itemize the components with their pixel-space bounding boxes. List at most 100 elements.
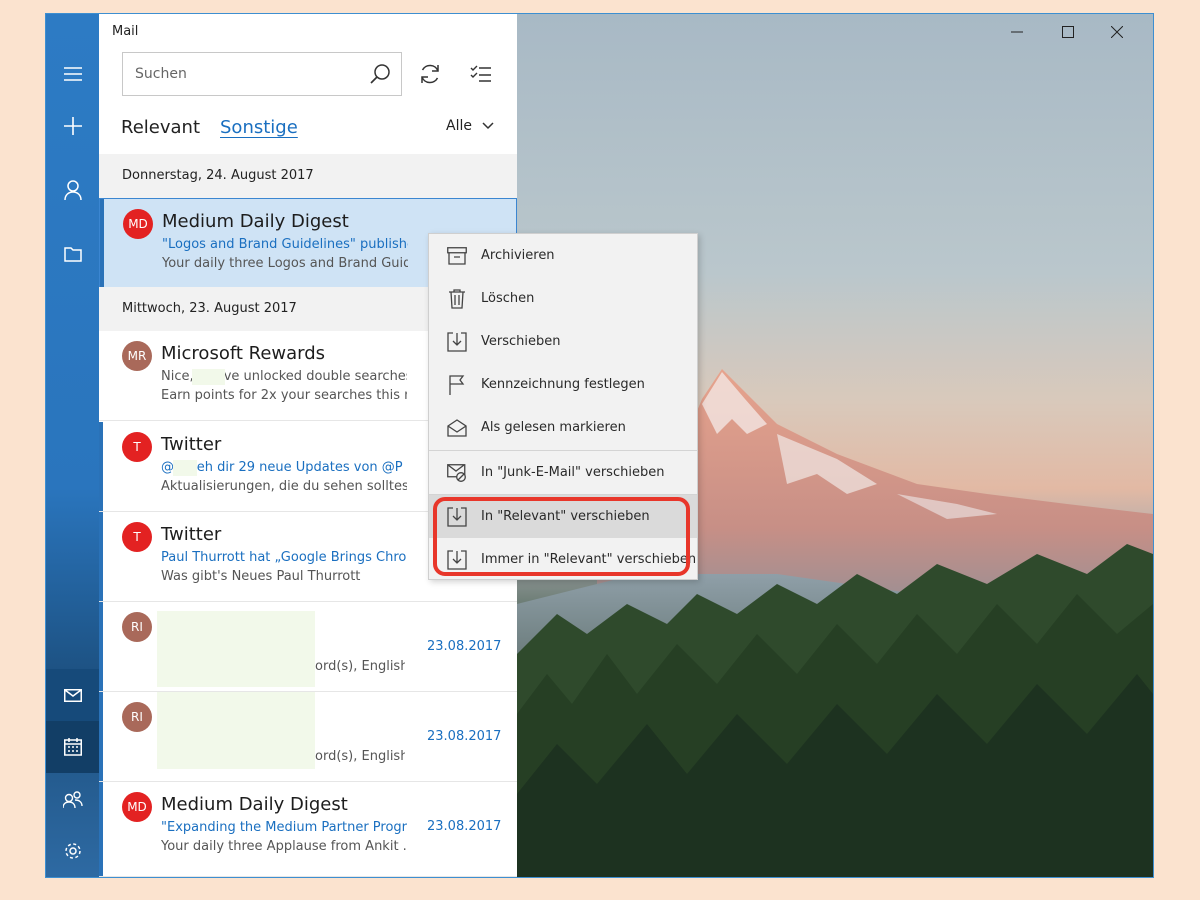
mail-item[interactable]: MD Medium Daily Digest "Expanding the Me… <box>99 782 517 877</box>
mail-subject: "Expanding the Medium Partner Program" <box>161 820 407 835</box>
avatar: T <box>122 522 152 552</box>
menu-item-mark-read[interactable]: Als gelesen markieren <box>429 406 697 449</box>
menu-item-move[interactable]: Verschieben <box>429 320 697 363</box>
people-icon <box>62 791 83 809</box>
menu-item-label: Immer in "Relevant" verschieben <box>481 552 697 567</box>
menu-item-move-to-relevant[interactable]: In "Relevant" verschieben <box>429 495 697 538</box>
menu-item-archive[interactable]: Archivieren <box>429 234 697 277</box>
always-move-to-focused-icon <box>445 548 469 572</box>
envelope-open-icon <box>445 416 469 440</box>
minimize-button[interactable] <box>1002 22 1032 42</box>
mail-sender: Twitter <box>161 524 222 545</box>
people-nav-button[interactable] <box>46 774 99 826</box>
avatar: MR <box>122 341 152 371</box>
mail-preview: Was gibt's Neues Paul Thurrott <box>161 569 361 584</box>
maximize-button[interactable] <box>1053 22 1083 42</box>
mail-preview: Aktualisierungen, die du sehen solltest <box>161 479 407 494</box>
hamburger-menu-icon <box>63 67 82 81</box>
settings-nav-button[interactable] <box>46 825 99 877</box>
new-mail-icon <box>63 117 82 135</box>
mail-nav-button[interactable] <box>46 669 99 721</box>
avatar: T <box>122 432 152 462</box>
mail-item[interactable]: RI ord(s), English 23.08.2017 <box>99 602 517 692</box>
tab-sonstige[interactable]: Sonstige <box>220 117 298 138</box>
folders-icon <box>63 247 82 262</box>
mail-subject: @ , sieh dir 29 neue Updates von @P <box>161 460 403 475</box>
new-mail-button[interactable] <box>46 100 99 152</box>
flag-icon <box>445 373 469 397</box>
chevron-down-icon <box>482 122 494 130</box>
archive-icon <box>445 244 469 268</box>
menu-item-label: Kennzeichnung festlegen <box>481 377 645 392</box>
mail-date: 23.08.2017 <box>427 639 502 654</box>
sync-icon <box>421 64 439 84</box>
redacted-area <box>157 692 315 769</box>
menu-item-always-move-to-relevant[interactable]: Immer in "Relevant" verschieben <box>429 538 697 581</box>
unread-indicator <box>99 692 103 781</box>
menu-item-label: In "Relevant" verschieben <box>481 509 650 524</box>
menu-item-label: Archivieren <box>481 248 555 263</box>
accounts-button[interactable] <box>46 164 99 216</box>
mail-icon <box>63 688 82 702</box>
avatar: MD <box>122 792 152 822</box>
mail-preview: Your daily three Applause from Ankit ... <box>161 839 407 854</box>
trash-icon <box>445 287 469 311</box>
hamburger-menu-button[interactable] <box>46 48 99 100</box>
calendar-nav-button[interactable] <box>46 721 99 773</box>
avatar: MD <box>123 209 153 239</box>
menu-item-move-junk[interactable]: In "Junk-E-Mail" verschieben <box>429 451 697 494</box>
calendar-icon <box>63 738 82 756</box>
filter-dropdown[interactable]: Alle <box>446 118 494 134</box>
mail-preview: ord(s), English <box>315 659 405 674</box>
tab-relevant[interactable]: Relevant <box>121 117 200 138</box>
app-title: Mail <box>112 24 139 39</box>
maximize-icon <box>1062 26 1074 38</box>
search-icon[interactable] <box>369 63 391 89</box>
menu-item-flag[interactable]: Kennzeichnung festlegen <box>429 363 697 406</box>
sync-button[interactable] <box>416 60 444 88</box>
menu-item-label: Verschieben <box>481 334 561 349</box>
redacted-area <box>173 460 197 476</box>
mail-date: 23.08.2017 <box>427 729 502 744</box>
mail-sender: Twitter <box>161 434 222 455</box>
unread-indicator <box>99 422 103 511</box>
nav-rail <box>46 14 99 877</box>
menu-item-label: In "Junk-E-Mail" verschieben <box>481 465 665 480</box>
menu-item-delete[interactable]: Löschen <box>429 277 697 320</box>
avatar: RI <box>122 702 152 732</box>
close-button[interactable] <box>1102 22 1132 42</box>
minimize-icon <box>1011 31 1023 33</box>
mail-subject: "Logos and Brand Guidelines" published <box>162 237 408 252</box>
selection-mode-button[interactable] <box>467 60 495 88</box>
filter-label: Alle <box>446 118 472 134</box>
folders-button[interactable] <box>46 228 99 280</box>
junk-icon <box>445 461 469 485</box>
mail-preview: ord(s), English <box>315 749 405 764</box>
mail-preview: Earn points for 2x your searches this mo… <box>161 388 407 403</box>
redacted-area <box>192 369 225 385</box>
unread-indicator <box>99 512 103 601</box>
mail-sender: Microsoft Rewards <box>161 343 326 364</box>
move-to-focused-icon <box>445 505 469 529</box>
unread-indicator <box>100 199 104 287</box>
search-input[interactable] <box>123 53 353 95</box>
search-box[interactable] <box>122 52 402 96</box>
settings-icon <box>64 843 81 859</box>
mail-preview: Your daily three Logos and Brand Guideli… <box>162 256 408 271</box>
mail-subject: Paul Thurrott hat „Google Brings Chrome <box>161 550 407 565</box>
unread-indicator <box>99 782 103 876</box>
close-icon <box>1111 26 1123 38</box>
date-group-header: Donnerstag, 24. August 2017 <box>99 154 517 198</box>
avatar: RI <box>122 612 152 642</box>
redacted-area <box>157 611 315 687</box>
select-list-icon <box>470 65 491 82</box>
mail-sender: Medium Daily Digest <box>161 794 348 815</box>
mail-item[interactable]: RI ord(s), English 23.08.2017 <box>99 692 517 782</box>
menu-item-label: Als gelesen markieren <box>481 420 626 435</box>
move-icon <box>445 330 469 354</box>
mail-sender: Medium Daily Digest <box>162 211 349 232</box>
unread-indicator <box>99 602 103 691</box>
accounts-icon <box>63 180 82 200</box>
context-menu: Archivieren Löschen Verschieben Kennzeic… <box>428 233 698 580</box>
menu-item-label: Löschen <box>481 291 535 306</box>
